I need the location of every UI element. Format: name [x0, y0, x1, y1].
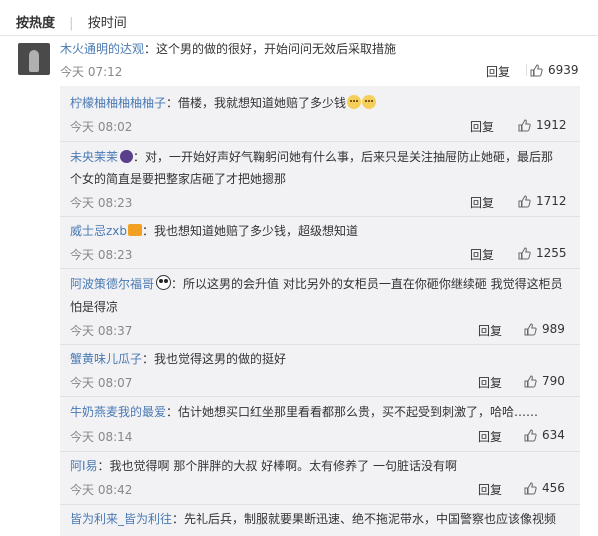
reply-text: ：我也想知道她赔了多少钱，超级想知道 [142, 224, 359, 238]
like-button[interactable]: 6939 [526, 63, 579, 77]
reply-username[interactable]: 蟹黄味儿瓜子 [70, 352, 142, 366]
like-button[interactable]: 634 [524, 428, 565, 442]
avatar-figure [29, 50, 39, 72]
reply-divider [60, 344, 580, 345]
reply-body: 阿I易：我也觉得啊 那个胖胖的大叔 好棒啊。太有修养了 一句脏话没有啊 [70, 457, 457, 475]
reply-button[interactable]: 回复 [470, 118, 494, 135]
reply-text: ：估计她想买口红坐那里看看都那么贵，买不起受到刺激了，哈哈…… [166, 405, 539, 419]
reply-text: ：对，一开始好声好气鞠躬问她有什么事，后来只是关注抽屉防止她砸，最后那 [133, 150, 554, 164]
comment-timestamp: 今天 07:12 [60, 65, 123, 79]
badge-icon [120, 150, 134, 163]
reply-body: 皆为利来_皆为利往：先礼后兵，制服就要果断迅速、绝不拖泥带水，中国警察也应该像视… [70, 510, 556, 528]
avatar[interactable] [18, 43, 50, 75]
reply-body: 阿波策德尔福哥 ：所以这男的会升值 对比另外的女柜员一直在你砸你继续砸 我觉得这柜… [70, 275, 575, 293]
reply-button[interactable]: 回复 [470, 194, 494, 211]
reply-timestamp: 今天 08:23 [70, 196, 133, 210]
reply-body: 威士忌zxb ：我也想知道她赔了多少钱，超级想知道 [70, 222, 358, 240]
reply-text-line2: 个女的简直是要把整家店砸了才把她摁那 [70, 172, 287, 186]
like-button[interactable]: 989 [524, 322, 565, 336]
like-count: 1255 [536, 246, 567, 260]
emoji-icon [347, 95, 362, 109]
like-button[interactable]: 1255 [518, 246, 567, 260]
crown-icon [128, 224, 143, 236]
reply-body: 柠檬柚柚柚柚柚子：借楼，我就想知道她赔了多少钱 [70, 94, 377, 112]
reply-username[interactable]: 柠檬柚柚柚柚柚子 [70, 96, 166, 110]
thumbs-up-icon [518, 118, 531, 131]
like-button[interactable]: 1712 [518, 194, 567, 208]
like-count: 634 [542, 428, 565, 442]
like-count: 989 [542, 322, 565, 336]
reply-text: ：我也觉得啊 那个胖胖的大叔 好棒啊。太有修养了 一句脏话没有啊 [97, 459, 457, 473]
reply-button[interactable]: 回复 [470, 246, 494, 263]
header-divider [0, 35, 598, 36]
reply-text: ：所以这男的会升值 对比另外的女柜员一直在你砸你继续砸 我觉得这柜员 [171, 277, 563, 291]
reply-text: ：借楼，我就想知道她赔了多少钱 [166, 96, 347, 110]
reply-divider [60, 268, 580, 269]
thumbs-up-icon [524, 428, 537, 441]
reply-divider [60, 141, 580, 142]
thumbs-up-icon [524, 322, 537, 335]
tab-by-time[interactable]: 按时间 [88, 12, 127, 31]
like-count: 1912 [536, 118, 567, 132]
comment-text: ：这个男的做的很好，开始问问无效后采取措施 [144, 42, 397, 56]
main-comment-body: 木火通明的达观：这个男的做的很好，开始问问无效后采取措施 [60, 40, 396, 58]
like-count: 6939 [548, 63, 579, 77]
reply-timestamp: 今天 08:23 [70, 248, 133, 262]
reply-username[interactable]: 皆为利来_皆为利往 [70, 512, 172, 526]
panda-icon [156, 275, 172, 290]
thumbs-up-icon [530, 63, 543, 76]
reply-body: 蟹黄味儿瓜子：我也觉得这男的做的挺好 [70, 350, 286, 368]
reply-button[interactable]: 回复 [478, 428, 502, 445]
reply-username[interactable]: 阿I易 [70, 459, 98, 473]
reply-divider [60, 396, 580, 397]
like-button[interactable]: 790 [524, 374, 565, 388]
thumbs-up-icon [524, 481, 537, 494]
like-button[interactable]: 456 [524, 481, 565, 495]
reply-button[interactable]: 回复 [486, 63, 510, 80]
comment-username[interactable]: 木火通明的达观 [60, 42, 144, 56]
tab-separator: | [69, 16, 74, 31]
reply-divider [60, 504, 580, 505]
reply-username[interactable]: 牛奶燕麦我的最爱 [70, 405, 166, 419]
reply-text: ：我也觉得这男的做的挺好 [142, 352, 287, 366]
reply-body: 牛奶燕麦我的最爱：估计她想买口红坐那里看看都那么贵，买不起受到刺激了，哈哈…… [70, 403, 538, 421]
like-button[interactable]: 1912 [518, 118, 567, 132]
reply-button[interactable]: 回复 [478, 374, 502, 391]
reply-username[interactable]: 未央茉茉 [70, 150, 118, 164]
reply-button[interactable]: 回复 [478, 322, 502, 339]
reply-username[interactable]: 威士忌zxb [70, 224, 127, 238]
thumbs-up-icon [524, 374, 537, 387]
reply-body: 未央茉茉 ：对，一开始好声好气鞠躬问她有什么事，后来只是关注抽屉防止她砸，最后那 [70, 148, 570, 166]
reply-button[interactable]: 回复 [478, 481, 502, 498]
reply-timestamp: 今天 08:14 [70, 430, 133, 444]
thumbs-up-icon [518, 246, 531, 259]
emoji-icon [362, 95, 377, 109]
action-divider [526, 64, 527, 76]
reply-username[interactable]: 阿波策德尔福哥 [70, 277, 154, 291]
reply-divider [60, 216, 580, 217]
reply-text-line2: 怕是得凉 [70, 300, 119, 314]
thumbs-up-icon [518, 194, 531, 207]
like-count: 790 [542, 374, 565, 388]
tab-by-popularity[interactable]: 按热度 [16, 12, 55, 31]
reply-divider [60, 451, 580, 452]
reply-timestamp: 今天 08:07 [70, 376, 133, 390]
reply-timestamp: 今天 08:02 [70, 120, 133, 134]
sort-tabs: 按热度 | 按时间 [16, 12, 127, 31]
like-count: 456 [542, 481, 565, 495]
reply-timestamp: 今天 08:37 [70, 324, 133, 338]
reply-timestamp: 今天 08:42 [70, 483, 133, 497]
like-count: 1712 [536, 194, 567, 208]
reply-text: ：先礼后兵，制服就要果断迅速、绝不拖泥带水，中国警察也应该像视频 [172, 512, 557, 526]
